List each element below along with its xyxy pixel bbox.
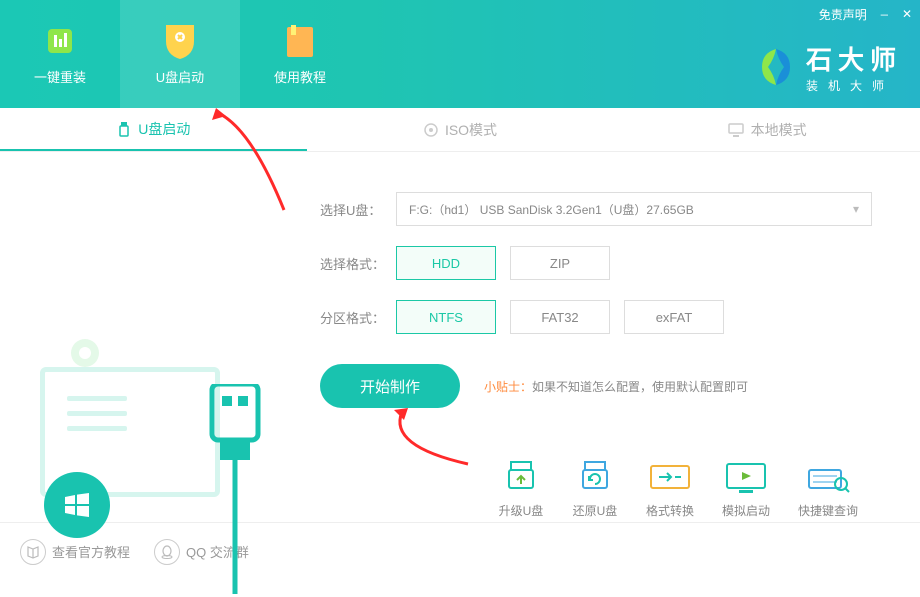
tool-label: 格式转换 <box>646 502 694 519</box>
nav-tab-label: U盘启动 <box>156 67 204 86</box>
content: 选择U盘： F:G:（hd1） USB SanDisk 3.2Gen1（U盘）2… <box>0 152 920 522</box>
form-area: 选择U盘： F:G:（hd1） USB SanDisk 3.2Gen1（U盘）2… <box>310 152 920 522</box>
option-exfat[interactable]: exFAT <box>624 300 724 334</box>
nav-tab-label: 使用教程 <box>274 67 326 86</box>
usb-shield-icon <box>162 23 198 59</box>
logo-sub: 装机大师 <box>806 77 902 94</box>
logo-main: 石大师 <box>806 40 902 77</box>
tool-format-convert[interactable]: 格式转换 <box>646 460 694 519</box>
tool-label: 还原U盘 <box>573 502 618 519</box>
subtab-local[interactable]: 本地模式 <box>613 108 920 151</box>
logo-icon <box>754 45 798 89</box>
partition-option-group: NTFS FAT32 exFAT <box>396 300 724 334</box>
illustration <box>0 152 310 522</box>
iso-icon <box>423 122 439 138</box>
label-select-usb: 选择U盘： <box>320 200 396 219</box>
option-hdd[interactable]: HDD <box>396 246 496 280</box>
footer-label: 查看官方教程 <box>52 542 130 561</box>
upgrade-usb-icon <box>498 460 544 496</box>
label-select-format: 选择格式： <box>320 254 396 273</box>
nav-tab-reinstall[interactable]: 一键重装 <box>0 0 120 108</box>
local-icon <box>727 122 745 138</box>
usb-dropdown-value: F:G:（hd1） USB SanDisk 3.2Gen1（U盘）27.65GB <box>409 201 694 218</box>
usb-plug-illustration <box>200 384 270 597</box>
subtab-label: ISO模式 <box>445 120 497 140</box>
tip-prefix: 小贴士： <box>484 380 532 394</box>
action-row: 开始制作 小贴士：如果不知道怎么配置，使用默认配置即可 <box>320 364 888 408</box>
subtab-label: U盘启动 <box>138 119 190 139</box>
reload-icon <box>42 23 78 59</box>
chevron-down-icon: ▾ <box>853 202 859 216</box>
tool-label: 升级U盘 <box>499 502 544 519</box>
windows-badge-icon <box>44 472 110 538</box>
option-zip[interactable]: ZIP <box>510 246 610 280</box>
disclaimer-link[interactable]: 免责声明 <box>819 6 867 23</box>
subtab-usb-boot[interactable]: U盘启动 <box>0 108 307 151</box>
usb-icon <box>116 121 132 137</box>
shortcut-query-icon <box>805 460 851 496</box>
minimize-button[interactable]: — <box>881 8 888 22</box>
row-partition-format: 分区格式： NTFS FAT32 exFAT <box>320 300 888 334</box>
format-option-group: HDD ZIP <box>396 246 610 280</box>
tool-label: 模拟启动 <box>722 502 770 519</box>
subtabs: U盘启动 ISO模式 本地模式 <box>0 108 920 152</box>
close-button[interactable]: ✕ <box>902 7 912 22</box>
qq-icon <box>154 539 180 565</box>
restore-usb-icon <box>572 460 618 496</box>
tip-body: 如果不知道怎么配置，使用默认配置即可 <box>532 380 748 394</box>
nav-tab-usb-boot[interactable]: U盘启动 <box>120 0 240 108</box>
tool-restore-usb[interactable]: 还原U盘 <box>572 460 618 519</box>
tutorial-icon <box>282 23 318 59</box>
row-select-format: 选择格式： HDD ZIP <box>320 246 888 280</box>
tool-shortcut-query[interactable]: 快捷键查询 <box>798 460 858 519</box>
nav-tab-label: 一键重装 <box>34 67 86 86</box>
option-ntfs[interactable]: NTFS <box>396 300 496 334</box>
simulate-boot-icon <box>723 460 769 496</box>
row-select-usb: 选择U盘： F:G:（hd1） USB SanDisk 3.2Gen1（U盘）2… <box>320 192 888 226</box>
book-icon <box>20 539 46 565</box>
logo-text: 石大师 装机大师 <box>806 40 902 94</box>
label-partition-format: 分区格式： <box>320 308 396 327</box>
option-fat32[interactable]: FAT32 <box>510 300 610 334</box>
footer: 查看官方教程 QQ 交流群 <box>0 522 920 580</box>
tool-upgrade-usb[interactable]: 升级U盘 <box>498 460 544 519</box>
tool-label: 快捷键查询 <box>798 502 858 519</box>
tip-text: 小贴士：如果不知道怎么配置，使用默认配置即可 <box>484 378 748 395</box>
bottom-tools: 升级U盘 还原U盘 格式转换 模拟启动 快捷键查询 <box>320 460 888 519</box>
nav-tab-tutorial[interactable]: 使用教程 <box>240 0 360 108</box>
subtab-label: 本地模式 <box>751 120 807 140</box>
logo: 石大师 装机大师 <box>754 40 902 94</box>
usb-dropdown[interactable]: F:G:（hd1） USB SanDisk 3.2Gen1（U盘）27.65GB… <box>396 192 872 226</box>
titlebar: 免责声明 — ✕ <box>819 6 912 23</box>
format-convert-icon <box>647 460 693 496</box>
header: 一键重装 U盘启动 使用教程 免责声明 — ✕ 石大师 装机大师 <box>0 0 920 108</box>
footer-tutorial-button[interactable]: 查看官方教程 <box>20 539 130 565</box>
start-button[interactable]: 开始制作 <box>320 364 460 408</box>
nav-tabs: 一键重装 U盘启动 使用教程 <box>0 0 360 108</box>
subtab-iso[interactable]: ISO模式 <box>307 108 614 151</box>
tool-simulate-boot[interactable]: 模拟启动 <box>722 460 770 519</box>
